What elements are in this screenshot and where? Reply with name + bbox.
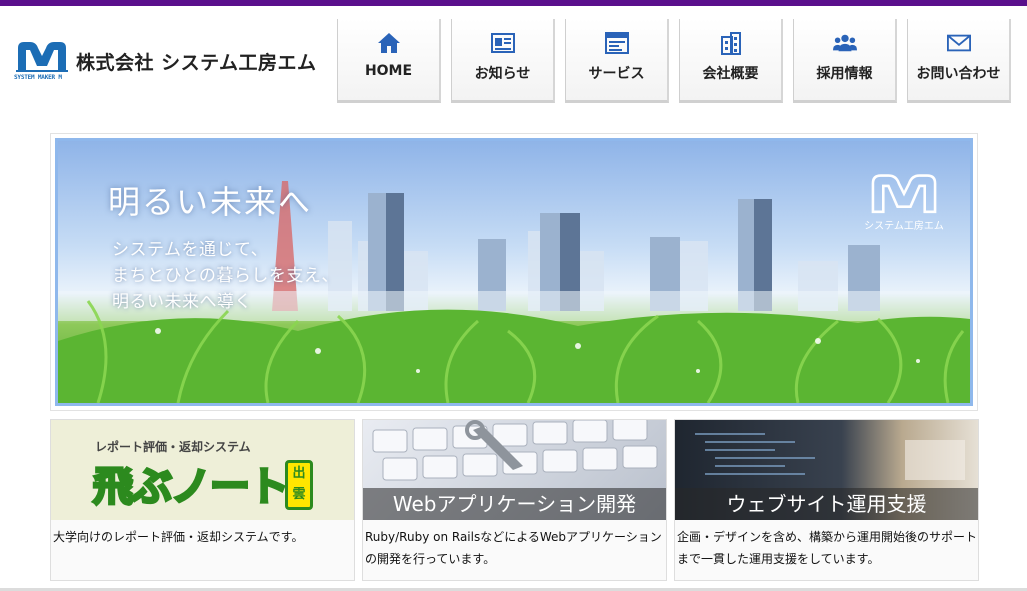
nav-label: お問い合わせ	[916, 66, 1001, 82]
news-icon	[490, 31, 515, 55]
logo-caption: SYSTEM MAKER M	[14, 74, 62, 81]
nav-label: お知らせ	[474, 66, 531, 82]
card-description: Ruby/Ruby on RailsなどによるWebアプリケーションの開発を行っ…	[365, 530, 662, 566]
nav-label: HOME	[364, 63, 413, 79]
main-nav: HOME お知らせ サービス 会社概要 採用情報 お問い合わせ	[337, 19, 1011, 103]
nav-item-contact[interactable]: お問い合わせ	[907, 19, 1011, 103]
nav-item-company[interactable]: 会社概要	[679, 19, 783, 103]
nav-item-service[interactable]: サービス	[565, 19, 669, 103]
hero-logo: システム工房エム	[864, 173, 944, 233]
hero-logo-caption: システム工房エム	[864, 221, 944, 232]
nav-label: サービス	[588, 66, 645, 82]
site-header: SYSTEM MAKER M 株式会社 システム工房エム HOME お知らせ サ…	[0, 6, 1027, 110]
company-name: 株式会社 システム工房エム	[76, 52, 317, 74]
nav-item-news[interactable]: お知らせ	[451, 19, 555, 103]
service-cards: レポート評価・返却システム 飛ぶノート 出雲 大学向けのレポート評価・返却システ…	[50, 419, 980, 581]
people-icon	[832, 31, 857, 55]
nav-item-home[interactable]: HOME	[337, 19, 441, 103]
tobu-note-banner[interactable]: レポート評価・返却システム 飛ぶノート 出雲	[51, 420, 354, 520]
card-description: 大学向けのレポート評価・返却システムです。	[53, 530, 304, 544]
hero-line-2: まちとひとの暮らしを支え、	[112, 266, 339, 286]
card-report-system[interactable]: レポート評価・返却システム 飛ぶノート 出雲 大学向けのレポート評価・返却システ…	[50, 419, 355, 581]
nav-item-recruit[interactable]: 採用情報	[793, 19, 897, 103]
banner-big-text: 飛ぶノート	[92, 463, 291, 512]
banner-badge: 出雲	[285, 460, 313, 510]
hero-line-3: 明るい未来へ導く	[112, 292, 252, 312]
nav-label: 会社概要	[702, 66, 759, 82]
hero-title: 明るい未来へ	[108, 183, 313, 221]
card-overlay-title: ウェブサイト運用支援	[675, 488, 978, 520]
mail-icon	[946, 31, 971, 55]
card-overlay-title: Webアプリケーション開発	[363, 488, 666, 520]
building-icon	[719, 31, 743, 55]
site-logo[interactable]: SYSTEM MAKER M 株式会社 システム工房エム	[14, 40, 334, 90]
nav-label: 採用情報	[816, 66, 873, 82]
hero-banner: 明るい未来へ システムを通じて、 まちとひとの暮らしを支え、 明るい未来へ導く …	[55, 138, 973, 406]
logo-m-icon	[871, 174, 937, 214]
hero-banner-frame: 明るい未来へ システムを通じて、 まちとひとの暮らしを支え、 明るい未来へ導く …	[50, 133, 978, 411]
keyboard-image[interactable]: Webアプリケーション開発	[363, 420, 666, 520]
card-website-support[interactable]: ウェブサイト運用支援 企画・デザインを含め、構築から運用開始後のサポートまで一貫…	[674, 419, 979, 581]
logo-m-icon: SYSTEM MAKER M	[14, 40, 70, 84]
monitor-code-image[interactable]: ウェブサイト運用支援	[675, 420, 978, 520]
card-web-app[interactable]: Webアプリケーション開発 Ruby/Ruby on RailsなどによるWeb…	[362, 419, 667, 581]
home-icon	[377, 31, 401, 55]
card-description: 企画・デザインを含め、構築から運用開始後のサポートまで一貫した運用支援をしていま…	[677, 530, 978, 566]
banner-small-text: レポート評価・返却システム	[95, 440, 251, 454]
service-window-icon	[604, 31, 629, 55]
hero-line-1: システムを通じて、	[112, 240, 269, 260]
